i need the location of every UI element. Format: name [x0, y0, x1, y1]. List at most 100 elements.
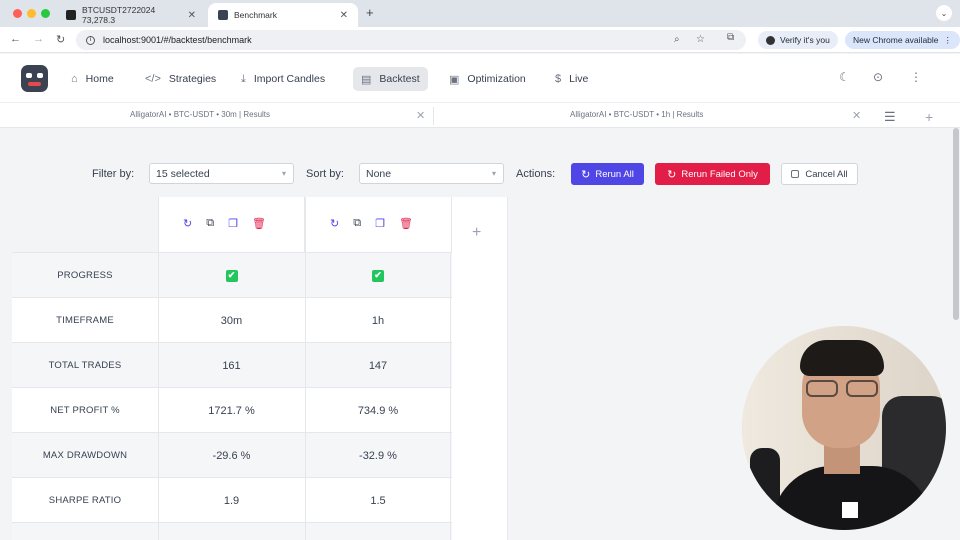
table-cell: 1721.7 % — [158, 388, 304, 433]
table-cell: 1.9 — [158, 478, 304, 523]
verify-label: Verify it's you — [780, 35, 830, 45]
url-field[interactable]: i localhost:9001/#/backtest/benchmark ⌕ … — [76, 30, 746, 50]
copy-icon[interactable]: ❐ — [375, 217, 385, 230]
nav-backtest-label: Backtest — [379, 73, 420, 85]
more-vertical-icon[interactable]: ⋮ — [910, 70, 922, 84]
nav-optimization-label: Optimization — [467, 73, 526, 85]
webcam-presenter-glasses — [806, 380, 878, 397]
rerun-icon[interactable]: ↻ — [183, 217, 192, 230]
rerun-failed-label: Rerun Failed Only — [681, 168, 758, 180]
table-cell: 1.5 — [305, 478, 451, 523]
play-circle-icon[interactable]: ⊙ — [873, 70, 883, 84]
table-row-total-trades: TOTAL TRADES 161 147 — [12, 342, 452, 388]
table-cell: 734.9 % — [305, 388, 451, 433]
open-external-icon[interactable]: ⧉ — [353, 217, 361, 230]
profile-avatar-icon — [766, 35, 775, 45]
calculator-icon: ▤ — [361, 73, 372, 86]
results-tab-bar: AlligatorAI • BTC-USDT • 30m | Results ✕… — [0, 102, 960, 128]
zoom-icon[interactable]: ⌕ — [674, 34, 680, 45]
home-icon: ⌂ — [71, 73, 78, 85]
close-window-button[interactable] — [13, 9, 22, 18]
new-chrome-available-button[interactable]: New Chrome available ⋮ — [845, 31, 960, 49]
webcam-overlay — [742, 326, 946, 530]
results-tab-30m[interactable]: AlligatorAI • BTC-USDT • 30m | Results — [130, 110, 270, 119]
row-label: TOTAL TRADES — [48, 360, 122, 371]
browser-tab-benchmark[interactable]: Benchmark ✕ — [208, 3, 358, 27]
browser-tab-label: BTCUSDT2722024 73,278.3 — [82, 5, 156, 25]
table-cell: -29.6 % — [158, 433, 304, 478]
copy-icon[interactable]: ❐ — [228, 217, 238, 230]
tab-search-chevron-icon[interactable]: ⌄ — [936, 5, 952, 21]
row-label: TIMEFRAME — [56, 315, 114, 326]
trash-icon[interactable]: 🗑 — [252, 217, 266, 230]
back-arrow-icon[interactable]: ← — [10, 33, 21, 45]
trash-icon[interactable]: 🗑 — [399, 217, 413, 230]
code-icon: </> — [145, 73, 161, 85]
close-icon[interactable]: ✕ — [852, 109, 861, 122]
chip-icon: ▣ — [449, 73, 460, 86]
rerun-all-label: Rerun All — [595, 168, 634, 180]
table-row-sharpe-ratio: SHARPE RATIO 1.9 1.5 — [12, 477, 452, 523]
nav-import-candles[interactable]: ⤓ Import Candles — [233, 67, 333, 91]
table-row — [12, 522, 452, 540]
new-chrome-label: New Chrome available — [853, 35, 939, 45]
new-tab-plus-icon[interactable]: + — [366, 5, 374, 20]
add-tab-plus-icon[interactable]: + — [925, 109, 933, 125]
reload-icon[interactable]: ↻ — [56, 33, 65, 46]
column-actions-1h: ↻ ⧉ ❐ 🗑 — [330, 217, 413, 230]
more-vertical-icon: ⋮ — [943, 34, 953, 45]
browser-tab-btcusdt[interactable]: BTCUSDT2722024 73,278.3 ✕ — [56, 3, 206, 27]
url-text: localhost:9001/#/backtest/benchmark — [103, 35, 252, 45]
results-tab-1h[interactable]: AlligatorAI • BTC-USDT • 1h | Results — [570, 110, 703, 119]
nav-home[interactable]: ⌂ Home — [63, 67, 122, 91]
check-done-icon: ✔ — [225, 269, 238, 282]
nav-import-candles-label: Import Candles — [253, 73, 326, 85]
nav-backtest[interactable]: ▤ Backtest — [353, 67, 428, 91]
table-row-net-profit: NET PROFIT % 1721.7 % 734.9 % — [12, 387, 452, 433]
forward-arrow-icon[interactable]: → — [33, 33, 44, 45]
table-cell — [158, 523, 304, 540]
app-favicon-icon — [218, 10, 228, 20]
rerun-all-button[interactable]: ↻ Rerun All — [571, 163, 644, 185]
tradingview-favicon-icon — [66, 10, 76, 20]
extensions-puzzle-icon[interactable]: ⧉ — [727, 32, 734, 43]
table-cell: 1h — [305, 298, 451, 343]
maximize-window-button[interactable] — [41, 9, 50, 18]
filter-select[interactable]: 15 selected ▾ — [149, 163, 294, 184]
bookmark-star-icon[interactable]: ☆ — [696, 34, 705, 45]
nav-strategies[interactable]: </> Strategies — [137, 67, 224, 91]
layers-icon[interactable]: ☰ — [884, 109, 896, 125]
check-done-icon: ✔ — [372, 269, 384, 282]
progress-cell-1h: ✔ — [305, 253, 451, 298]
rerun-icon[interactable]: ↻ — [330, 217, 339, 230]
row-label: MAX DRAWDOWN — [42, 450, 128, 461]
nav-optimization[interactable]: ▣ Optimization — [441, 67, 534, 91]
open-external-icon[interactable]: ⧉ — [206, 217, 214, 230]
sort-label: Sort by: — [306, 168, 344, 180]
webcam-microphone — [750, 448, 780, 508]
rerun-failed-button[interactable]: ↻ Rerun Failed Only — [655, 163, 770, 185]
verify-profile-button[interactable]: Verify it's you — [758, 31, 838, 49]
add-result-plus-icon[interactable]: + — [472, 224, 481, 242]
cancel-all-button[interactable]: Cancel All — [781, 163, 858, 185]
nav-live[interactable]: $ Live — [547, 67, 596, 91]
tab-divider — [433, 107, 434, 125]
sort-select[interactable]: None ▾ — [359, 163, 504, 184]
browser-tab-bar: BTCUSDT2722024 73,278.3 ✕ Benchmark ✕ + … — [0, 0, 960, 27]
chevron-down-icon: ▾ — [281, 169, 286, 178]
minimize-window-button[interactable] — [27, 9, 36, 18]
close-icon[interactable]: ✕ — [188, 10, 196, 21]
nav-strategies-label: Strategies — [168, 73, 217, 85]
close-icon[interactable]: ✕ — [416, 109, 425, 122]
table-row-timeframe: TIMEFRAME 30m 1h — [12, 297, 452, 343]
actions-label: Actions: — [516, 168, 556, 180]
chevron-down-icon: ▾ — [491, 169, 496, 178]
refresh-icon: ↻ — [667, 168, 677, 181]
dark-mode-moon-icon[interactable]: ☾ — [839, 70, 850, 84]
close-icon[interactable]: ✕ — [340, 10, 348, 21]
download-icon: ⤓ — [241, 72, 246, 85]
page-scrollbar[interactable] — [953, 128, 959, 320]
app-logo-robot-icon[interactable] — [21, 65, 48, 92]
site-info-icon[interactable]: i — [86, 35, 95, 45]
cancel-all-label: Cancel All — [805, 168, 848, 180]
